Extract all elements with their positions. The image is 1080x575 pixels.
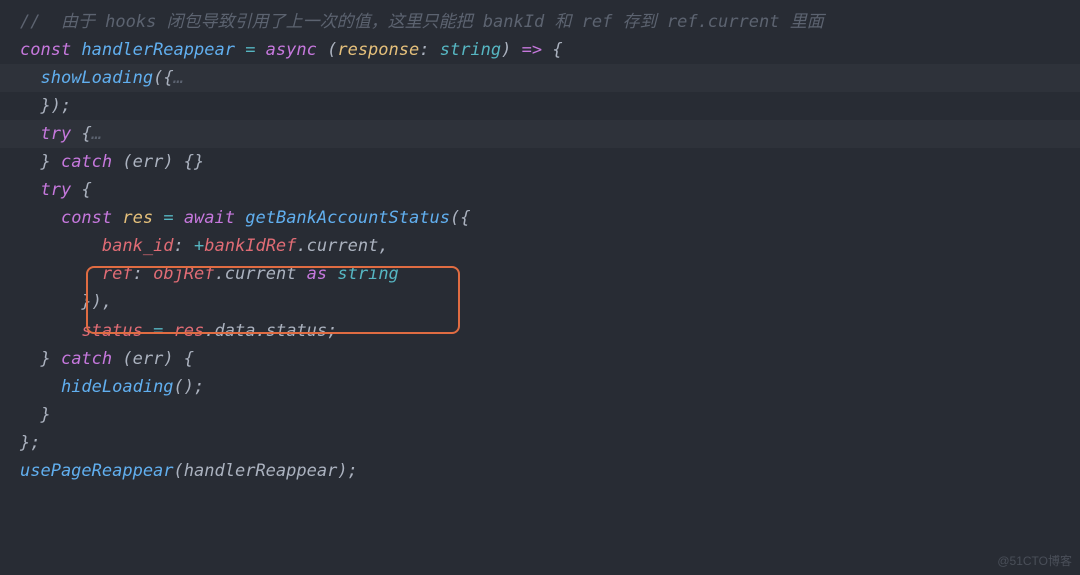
code-line: } catch (err) {} — [0, 148, 1080, 176]
code-line: } — [0, 401, 1080, 429]
code-editor[interactable]: // 由于 hooks 闭包导致引用了上一次的值，这里只能把 bankId 和 … — [0, 0, 1080, 493]
code-line: const handlerReappear = async (response:… — [0, 36, 1080, 64]
code-line: ref: objRef.current as string — [0, 260, 1080, 288]
code-line: }); — [0, 92, 1080, 120]
comment: // 由于 hooks 闭包导致引用了上一次的值，这里只能把 bankId 和 … — [20, 12, 824, 32]
code-line: }; — [0, 429, 1080, 457]
code-line: usePageReappear(handlerReappear); — [0, 457, 1080, 485]
code-line: showLoading({… — [0, 64, 1080, 92]
code-line: } catch (err) { — [0, 345, 1080, 373]
code-line: bank_id: +bankIdRef.current, — [0, 232, 1080, 260]
code-line: hideLoading(); — [0, 373, 1080, 401]
watermark: @51CTO博客 — [997, 552, 1072, 569]
fold-icon[interactable]: … — [174, 68, 184, 88]
code-line: }), — [0, 288, 1080, 316]
code-line: try {… — [0, 120, 1080, 148]
code-line: // 由于 hooks 闭包导致引用了上一次的值，这里只能把 bankId 和 … — [0, 8, 1080, 36]
code-line: const res = await getBankAccountStatus({ — [0, 204, 1080, 232]
code-line: status = res.data.status; — [0, 317, 1080, 345]
code-line: try { — [0, 176, 1080, 204]
fold-icon[interactable]: … — [92, 124, 102, 144]
